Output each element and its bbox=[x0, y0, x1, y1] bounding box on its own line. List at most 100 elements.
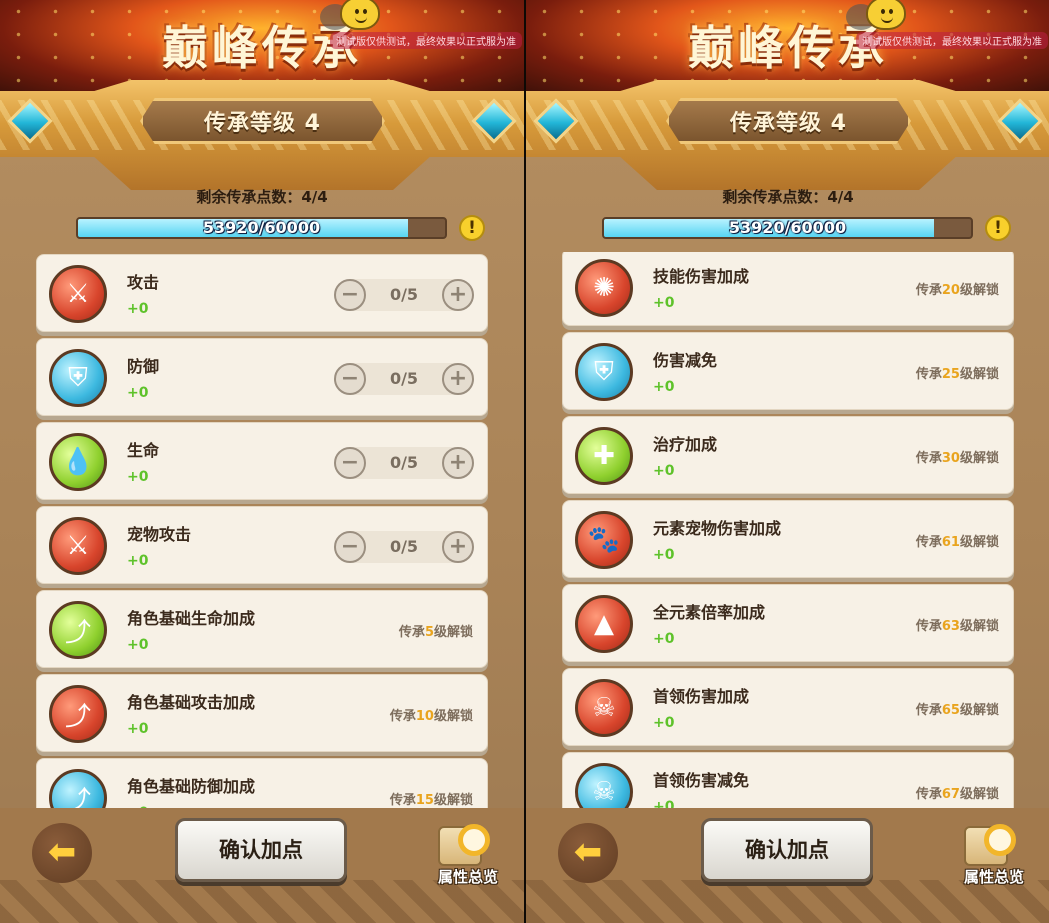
unlock-level: 61 bbox=[941, 535, 960, 550]
unlock-prefix: 传承 bbox=[389, 793, 416, 808]
attribute-list[interactable]: ✺ 技能伤害加成 +0 传承20级解锁 ⛨ 伤害减免 +0 传承25级解锁 ✚ 治疗加成 +0 传承3… bbox=[562, 252, 1014, 808]
heal-icon: ✚ bbox=[575, 427, 633, 485]
defense-up-icon: ⤴ bbox=[49, 769, 107, 808]
point-stepper: − 0/5 + bbox=[334, 279, 474, 311]
unlock-suffix: 级解锁 bbox=[959, 535, 999, 550]
plus-button[interactable]: + bbox=[442, 279, 474, 311]
attribute-bonus: +0 bbox=[127, 469, 149, 485]
attribute-row[interactable]: ☠ 首领伤害减免 +0 传承67级解锁 bbox=[562, 752, 1014, 808]
unlock-level: 63 bbox=[941, 619, 960, 634]
attribute-name: 宠物攻击 bbox=[127, 525, 192, 544]
unlock-suffix: 级解锁 bbox=[959, 703, 999, 718]
attribute-row[interactable]: ⤴角色基础防御加成+0传承15级解锁 bbox=[36, 758, 488, 808]
attribute-name: 技能伤害加成 bbox=[653, 267, 750, 286]
attribute-row[interactable]: ⚔ 攻击 +0 − 0/5 + bbox=[36, 254, 488, 332]
unlock-suffix: 级解锁 bbox=[959, 283, 999, 298]
point-stepper: − 0/5 + bbox=[334, 447, 474, 479]
plus-button[interactable]: + bbox=[442, 447, 474, 479]
unlock-prefix: 传承 bbox=[915, 451, 942, 466]
attribute-bonus: +0 bbox=[127, 301, 149, 317]
attribute-row[interactable]: 💧 生命 +0 − 0/5 + bbox=[36, 422, 488, 500]
attribute-name: 角色基础攻击加成 bbox=[127, 693, 256, 712]
attribute-bonus: +0 bbox=[653, 379, 675, 395]
unlock-suffix: 级解锁 bbox=[959, 367, 999, 382]
info-warning-icon[interactable]: ! bbox=[459, 215, 485, 241]
back-arrow-icon[interactable]: ⬅ bbox=[558, 823, 618, 883]
attribute-overview-button[interactable]: 属性总览 bbox=[958, 822, 1030, 890]
unlock-prefix: 传承 bbox=[915, 367, 942, 382]
unlock-prefix: 传承 bbox=[389, 709, 416, 724]
unlock-suffix: 级解锁 bbox=[433, 625, 473, 640]
attribute-row[interactable]: ✺ 技能伤害加成 +0 传承20级解锁 bbox=[562, 252, 1014, 326]
level-label: 传承等级 4 bbox=[204, 111, 321, 136]
unlock-level: 20 bbox=[941, 283, 960, 298]
attribute-name: 攻击 bbox=[127, 273, 160, 292]
attribute-row[interactable]: ⛨ 伤害减免 +0 传承25级解锁 bbox=[562, 332, 1014, 410]
attribute-row[interactable]: ▲ 全元素倍率加成 +0 传承63级解锁 bbox=[562, 584, 1014, 662]
attribute-row[interactable]: ☠ 首领伤害加成 +0 传承65级解锁 bbox=[562, 668, 1014, 746]
minus-button[interactable]: − bbox=[334, 531, 366, 563]
attribute-bonus: +0 bbox=[653, 547, 675, 563]
confirm-button[interactable]: 确认加点 bbox=[701, 818, 873, 882]
unlock-requirement: 传承20级解锁 bbox=[916, 279, 999, 298]
unlock-requirement: 传承5级解锁 bbox=[399, 621, 473, 640]
boss-damage-icon: ☠ bbox=[575, 679, 633, 737]
unlock-requirement: 传承30级解锁 bbox=[916, 447, 999, 466]
unlock-prefix: 传承 bbox=[915, 703, 942, 718]
attribute-overview-label: 属性总览 bbox=[963, 868, 1024, 886]
minus-button[interactable]: − bbox=[334, 363, 366, 395]
point-stepper: − 0/5 + bbox=[334, 531, 474, 563]
attribute-bonus: +0 bbox=[127, 637, 149, 653]
all-element-icon: ▲ bbox=[575, 595, 633, 653]
attribute-overview-button[interactable]: 属性总览 bbox=[432, 822, 504, 890]
damage-reduction-icon: ⛨ bbox=[575, 343, 633, 401]
attribute-bonus: +0 bbox=[653, 799, 675, 808]
attribute-row[interactable]: 🐾 元素宠物伤害加成 +0 传承61级解锁 bbox=[562, 500, 1014, 578]
exp-progress-bar: 53920/60000 bbox=[602, 217, 973, 239]
level-label: 传承等级 4 bbox=[730, 111, 847, 136]
attribute-name: 角色基础生命加成 bbox=[127, 609, 256, 628]
attribute-bonus: +0 bbox=[127, 721, 149, 737]
unlock-requirement: 传承10级解锁 bbox=[390, 705, 473, 724]
exp-progress-text: 53920/60000 bbox=[728, 218, 847, 237]
attribute-overview-label: 属性总览 bbox=[437, 868, 498, 886]
level-plaque: 传承等级 4 bbox=[666, 98, 911, 144]
attribute-bonus: +0 bbox=[653, 631, 675, 647]
attribute-row[interactable]: ⤴ 角色基础攻击加成 +0 传承10级解锁 bbox=[36, 674, 488, 752]
shield-icon: ⛨ bbox=[49, 349, 107, 407]
attribute-list[interactable]: ⚔ 攻击 +0 − 0/5 + ⛨ 防御 +0 − 0/5 + 💧 生命 +0 − 0/5 + ⚔ 宠物攻击 +0 − 0/… bbox=[36, 252, 488, 808]
life-up-icon: ⤴ bbox=[49, 601, 107, 659]
unlock-requirement: 传承15级解锁 bbox=[390, 789, 473, 808]
pet-sword-icon: ⚔ bbox=[49, 517, 107, 575]
attribute-bonus: +0 bbox=[653, 715, 675, 731]
unlock-requirement: 传承63级解锁 bbox=[916, 615, 999, 634]
unlock-level: 10 bbox=[415, 709, 434, 724]
attribute-row[interactable]: ✚ 治疗加成 +0 传承30级解锁 bbox=[562, 416, 1014, 494]
mascot-icon bbox=[866, 0, 906, 30]
minus-button[interactable]: − bbox=[334, 279, 366, 311]
unlock-prefix: 传承 bbox=[915, 619, 942, 634]
attribute-row[interactable]: ⛨ 防御 +0 − 0/5 + bbox=[36, 338, 488, 416]
attribute-bonus: +0 bbox=[653, 463, 675, 479]
unlock-level: 15 bbox=[415, 793, 434, 808]
minus-button[interactable]: − bbox=[334, 447, 366, 479]
level-plaque: 传承等级 4 bbox=[140, 98, 385, 144]
unlock-suffix: 级解锁 bbox=[959, 787, 999, 802]
boss-reduction-icon: ☠ bbox=[575, 763, 633, 808]
attribute-bonus: +0 bbox=[127, 385, 149, 401]
info-warning-icon[interactable]: ! bbox=[985, 215, 1011, 241]
unlock-level: 30 bbox=[941, 451, 960, 466]
test-notice: 测试版仅供测试，最终效果以正式服为准 bbox=[330, 32, 522, 49]
attribute-name: 元素宠物伤害加成 bbox=[653, 519, 782, 538]
attribute-row[interactable]: ⚔ 宠物攻击 +0 − 0/5 + bbox=[36, 506, 488, 584]
attribute-row[interactable]: ⤴ 角色基础生命加成 +0 传承5级解锁 bbox=[36, 590, 488, 668]
unlock-requirement: 传承61级解锁 bbox=[916, 531, 999, 550]
plus-button[interactable]: + bbox=[442, 531, 474, 563]
unlock-level: 65 bbox=[941, 703, 960, 718]
attribute-name: 生命 bbox=[127, 441, 160, 460]
magnifier-icon bbox=[984, 824, 1016, 856]
confirm-button[interactable]: 确认加点 bbox=[175, 818, 347, 882]
back-arrow-icon[interactable]: ⬅ bbox=[32, 823, 92, 883]
plus-button[interactable]: + bbox=[442, 363, 474, 395]
attribute-bonus: +0 bbox=[127, 553, 149, 569]
